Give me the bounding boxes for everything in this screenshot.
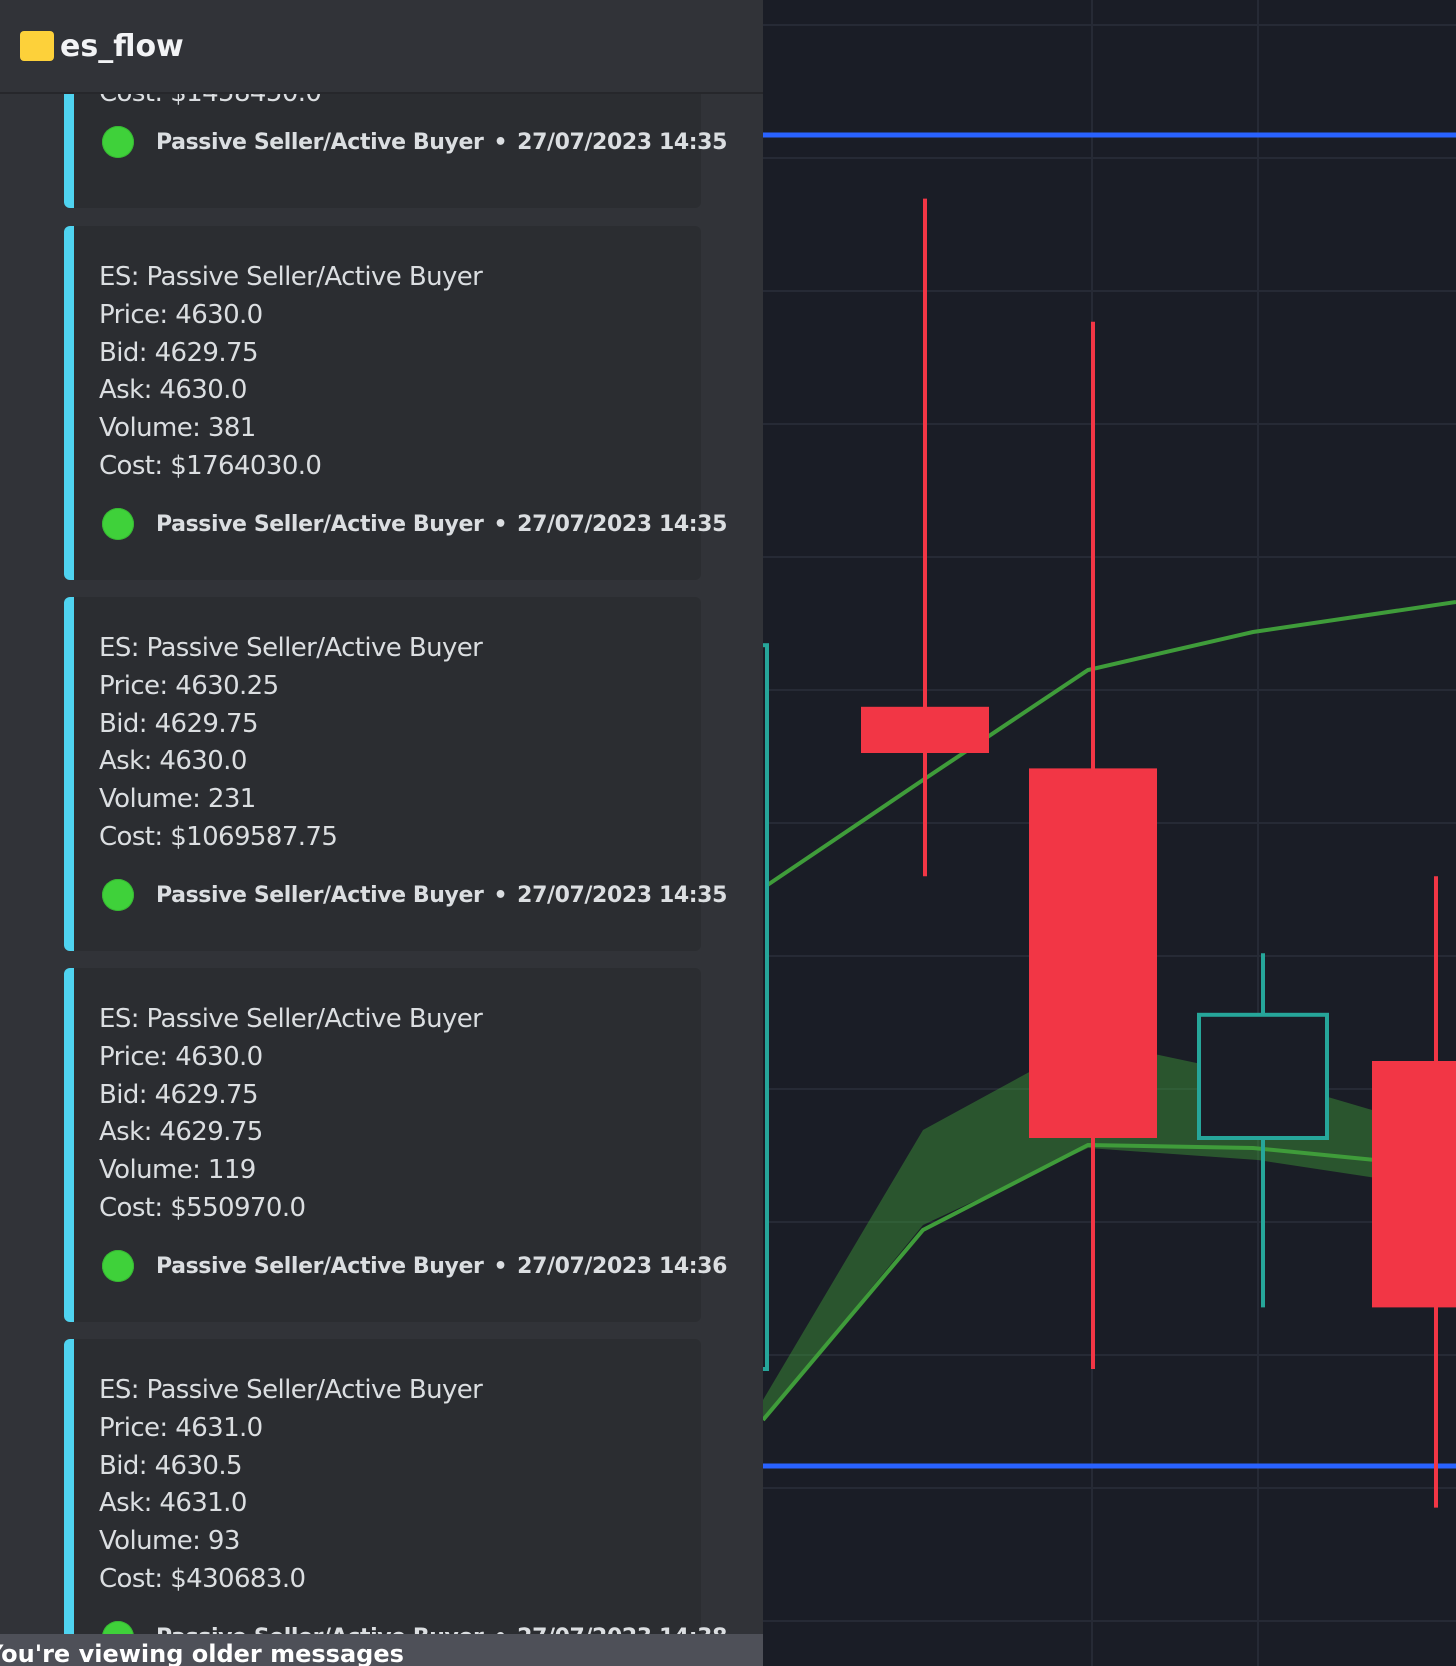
embed-line: Price: 4631.0 <box>99 1412 263 1443</box>
embed-line: Price: 4630.25 <box>99 670 279 701</box>
message-embed: ES: Passive Seller/Active Buyer Price: 4… <box>64 226 727 580</box>
candle-body <box>861 706 989 753</box>
embed-title: ES: Passive Seller/Active Buyer <box>99 1004 483 1034</box>
embed-footer: Passive Seller/Active Buyer • 27/07/2023… <box>102 1250 727 1282</box>
embed-line: Bid: 4629.75 <box>99 1079 259 1110</box>
embed-line: Ask: 4631.0 <box>99 1488 247 1519</box>
green-circle-icon <box>102 879 134 911</box>
footer-timestamp: 27/07/2023 14:35 <box>517 511 727 537</box>
footer-timestamp: 27/07/2023 14:35 <box>517 129 727 155</box>
chat-panel: es_flow Cost: $1458450.0 Passive Seller/… <box>0 0 763 1666</box>
embed-title: ES: Passive Seller/Active Buyer <box>99 1375 483 1405</box>
embed-line: Volume: 93 <box>99 1526 240 1557</box>
channel-header: es_flow <box>0 0 763 94</box>
footer-label: Passive Seller/Active Buyer <box>156 511 484 537</box>
candle-body <box>1029 768 1157 1138</box>
footer-timestamp: 27/07/2023 14:36 <box>517 1253 727 1279</box>
embed-line: Volume: 119 <box>99 1155 256 1186</box>
embed-line: Ask: 4629.75 <box>99 1117 263 1148</box>
green-circle-icon <box>102 1250 134 1282</box>
embed-footer: Passive Seller/Active Buyer • 27/07/2023… <box>102 879 727 911</box>
embed-footer: Passive Seller/Active Buyer • 27/07/2023… <box>102 126 727 158</box>
footer-separator: • <box>493 511 508 537</box>
price-chart[interactable] <box>763 0 1456 1666</box>
embed-title: ES: Passive Seller/Active Buyer <box>99 633 483 663</box>
footer-timestamp: 27/07/2023 14:35 <box>517 882 727 908</box>
embed-line: Volume: 231 <box>99 784 256 815</box>
embed-line: Bid: 4629.75 <box>99 337 259 368</box>
candle-body <box>1372 1061 1456 1308</box>
footer-separator: • <box>493 882 508 908</box>
embed-line: Ask: 4630.0 <box>99 375 247 406</box>
embed-line: Price: 4630.0 <box>99 1041 263 1072</box>
embed-line: Ask: 4630.0 <box>99 746 247 777</box>
footer-label: Passive Seller/Active Buyer <box>156 1253 484 1279</box>
embed-title: ES: Passive Seller/Active Buyer <box>99 262 483 292</box>
embed-line: Volume: 381 <box>99 413 256 444</box>
folder-icon <box>20 31 54 61</box>
chart-canvas[interactable] <box>763 0 1456 1666</box>
embed-line: Bid: 4630.5 <box>99 1450 243 1481</box>
message-embed: ES: Passive Seller/Active Buyer Price: 4… <box>64 968 727 1322</box>
footer-label: Passive Seller/Active Buyer <box>156 129 484 155</box>
embed-line: Cost: $550970.0 <box>99 1192 306 1223</box>
message-embed: ES: Passive Seller/Active Buyer Price: 4… <box>64 597 727 951</box>
embed-footer: Passive Seller/Active Buyer • 27/07/2023… <box>102 508 727 540</box>
embed-line: Bid: 4629.75 <box>99 708 259 739</box>
embed-line: Price: 4630.0 <box>99 299 263 330</box>
footer-separator: • <box>493 1253 508 1279</box>
message-embed: ES: Passive Seller/Active Buyer Price: 4… <box>64 1339 727 1666</box>
footer-separator: • <box>493 129 508 155</box>
embed-line: Cost: $1069587.75 <box>99 821 338 852</box>
older-messages-text: You're viewing older messages <box>0 1640 404 1666</box>
embed-line: Cost: $1764030.0 <box>99 450 322 481</box>
channel-name[interactable]: es_flow <box>60 29 184 64</box>
older-messages-banner[interactable]: You're viewing older messages <box>0 1634 763 1666</box>
green-circle-icon <box>102 126 134 158</box>
candle-body <box>1197 1012 1329 1140</box>
green-circle-icon <box>102 508 134 540</box>
footer-label: Passive Seller/Active Buyer <box>156 882 484 908</box>
candle-body <box>763 643 769 1371</box>
embed-line: Cost: $430683.0 <box>99 1563 306 1594</box>
